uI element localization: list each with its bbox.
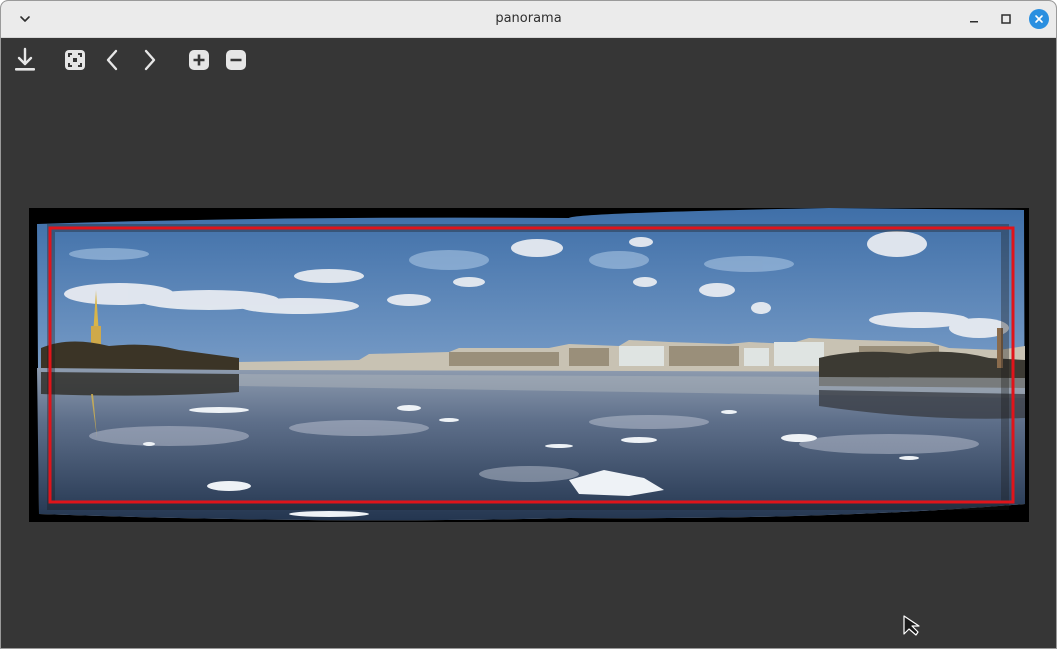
zoom-in-button[interactable] (186, 46, 212, 74)
close-button[interactable] (1027, 7, 1051, 31)
download-icon (15, 47, 35, 71)
panorama-canvas[interactable] (29, 208, 1029, 522)
fit-view-button[interactable] (62, 46, 88, 74)
zoom-out-icon (226, 50, 246, 70)
zoom-out-button[interactable] (223, 46, 249, 74)
window-title: panorama (495, 11, 562, 26)
maximize-button[interactable] (994, 7, 1018, 31)
title-bar: panorama (1, 1, 1056, 38)
app-window: panorama (0, 0, 1057, 649)
mouse-pointer (903, 615, 921, 644)
minimize-button[interactable] (962, 7, 986, 31)
chevron-right-icon (144, 49, 156, 71)
maximize-icon (1001, 14, 1011, 24)
panorama-image (37, 208, 1025, 521)
next-button[interactable] (136, 46, 162, 74)
fit-view-icon (65, 50, 85, 70)
close-circle (1029, 9, 1049, 29)
zoom-in-icon (189, 50, 209, 70)
close-icon (1035, 15, 1043, 23)
chevron-left-icon (106, 49, 118, 71)
previous-button[interactable] (100, 46, 126, 74)
cursor-arrow-icon (903, 615, 920, 636)
download-button[interactable] (12, 46, 38, 74)
minimize-icon (970, 21, 978, 23)
viewer-area (1, 38, 1056, 648)
